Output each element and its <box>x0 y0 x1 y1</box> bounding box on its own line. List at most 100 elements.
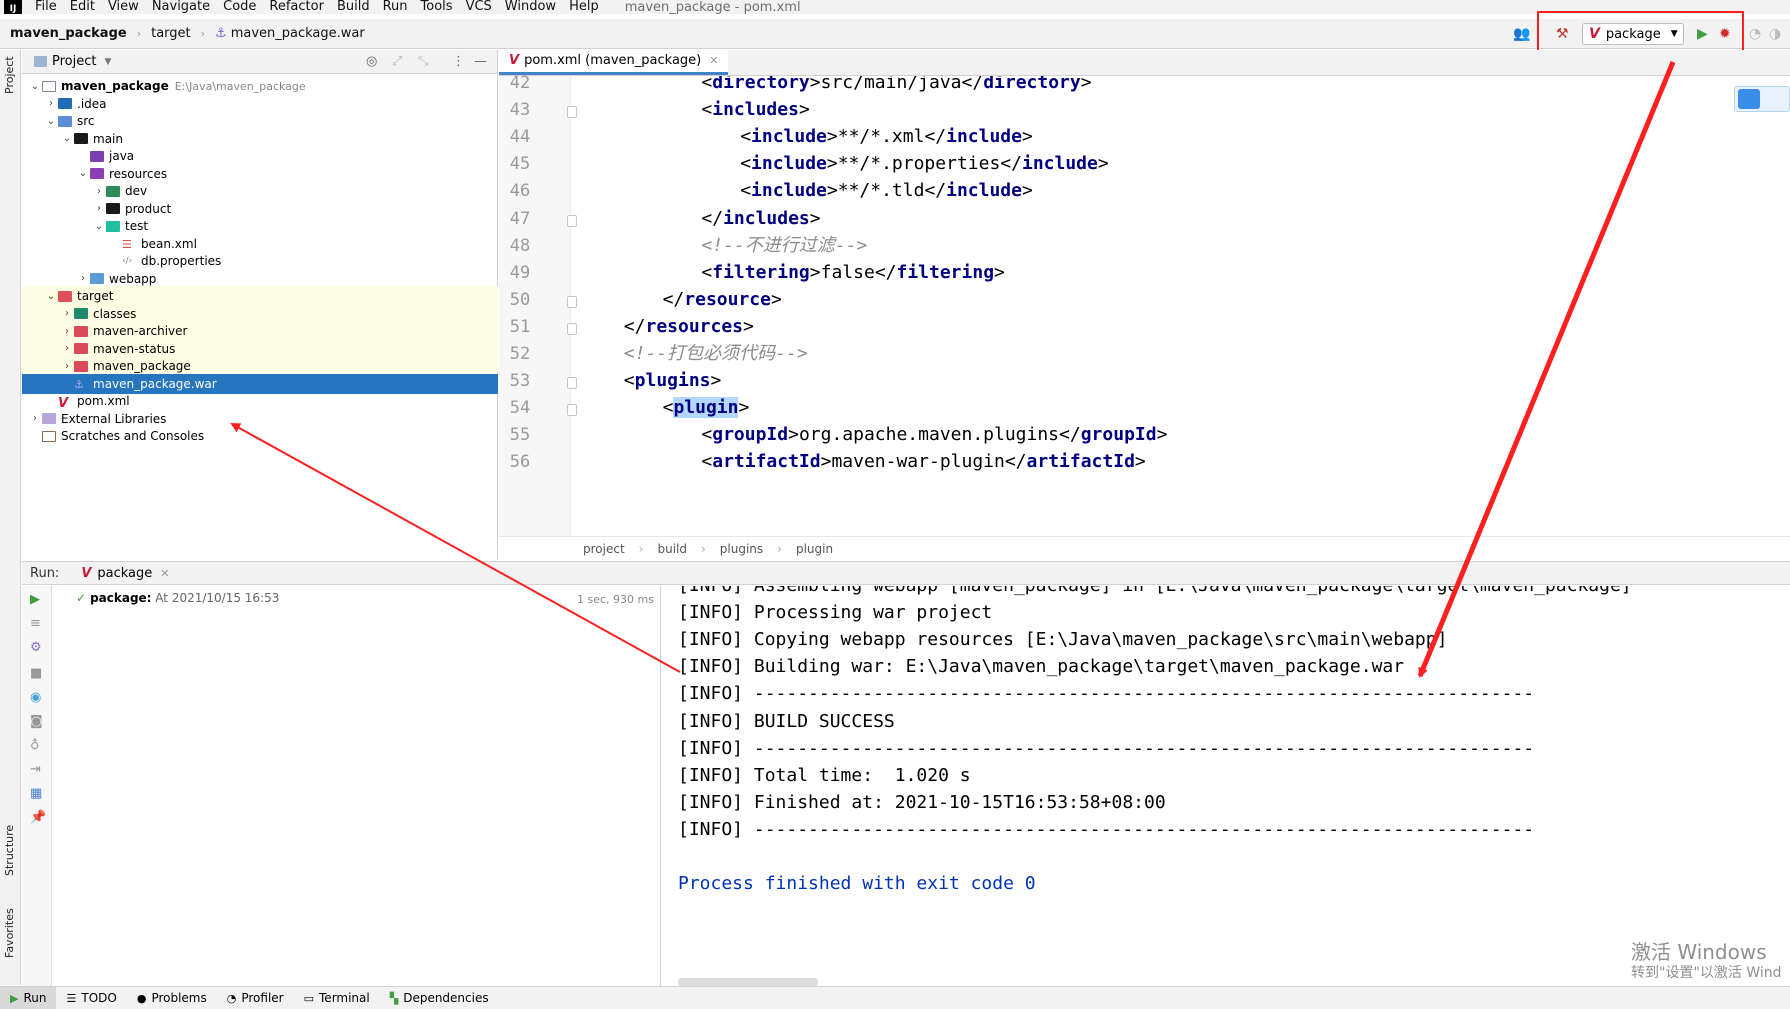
bottom-tab-dependencies[interactable]: ▚ Dependencies <box>380 987 499 1009</box>
pin-icon[interactable]: 📌 <box>30 810 46 825</box>
chevron-right-icon[interactable]: › <box>60 343 74 354</box>
menu-refactor[interactable]: Refactor <box>269 0 324 13</box>
fold-marker-icon[interactable] <box>567 404 577 417</box>
run-tree-item[interactable]: ✓ package: At 2021/10/15 16:53 <box>76 591 279 605</box>
profile-icon[interactable]: ◔ <box>1749 26 1761 42</box>
chevron-right-icon[interactable]: › <box>92 186 106 197</box>
chevron-down-icon[interactable]: ⌄ <box>44 116 58 127</box>
menu-run[interactable]: Run <box>383 0 408 13</box>
stop-icon[interactable]: ■ <box>30 666 42 681</box>
code-line: <!--不进行过滤--> <box>701 234 868 256</box>
chevron-right-icon[interactable]: › <box>44 98 58 109</box>
menu-window[interactable]: Window <box>505 0 556 13</box>
locate-target-icon[interactable]: ◎ <box>366 54 377 69</box>
view-icon[interactable]: ◉ <box>30 690 41 705</box>
tree-item-label: bean.xml <box>141 236 197 251</box>
nav-crumb-war[interactable]: ⚓ maven_package.war <box>205 26 375 41</box>
code-line: <include>**/*.xml</include> <box>740 126 1033 148</box>
folder-icon <box>74 325 88 337</box>
menu-code[interactable]: Code <box>223 0 256 13</box>
export-icon[interactable]: ⇥ <box>30 762 41 777</box>
line-number: 48 <box>509 235 531 256</box>
code-line: <directory>src/main/java</directory> <box>701 76 1092 93</box>
horizontal-scrollbar[interactable] <box>678 978 818 986</box>
console-output[interactable]: [INFO] Assembling webapp [maven_package]… <box>662 586 1790 986</box>
folder-icon <box>58 98 72 109</box>
chevron-down-icon[interactable]: ⌄ <box>44 291 58 302</box>
floating-assistant-widget[interactable] <box>1734 86 1790 112</box>
fold-marker-icon[interactable] <box>567 295 577 308</box>
chevron-down-icon[interactable]: ⌄ <box>76 168 90 179</box>
nav-crumb-target[interactable]: target <box>141 26 201 41</box>
close-icon[interactable]: ✕ <box>160 567 169 580</box>
run-item-time: At 2021/10/15 16:53 <box>155 591 280 605</box>
coverage-icon[interactable]: ◑ <box>1769 26 1781 42</box>
tree-item-label: classes <box>93 306 137 321</box>
debug-icon[interactable]: ✹ <box>1719 26 1731 42</box>
breadcrumb-plugins[interactable]: plugins <box>720 542 763 556</box>
side-tab-project[interactable]: Project <box>3 56 16 94</box>
fold-marker-icon[interactable] <box>567 106 577 119</box>
chevron-right-icon[interactable]: › <box>60 326 74 337</box>
menu-tools[interactable]: Tools <box>421 0 453 13</box>
menu-help[interactable]: Help <box>569 0 599 13</box>
bottom-tab-run-label: Run <box>23 991 47 1005</box>
build-hammer-icon[interactable]: ⚒ <box>1556 26 1569 42</box>
nav-crumb-project[interactable]: maven_package <box>0 26 137 41</box>
chevron-right-icon[interactable]: › <box>76 273 90 284</box>
breadcrumb-project[interactable]: project <box>583 542 625 556</box>
menu-edit[interactable]: Edit <box>70 0 95 13</box>
bottom-tab-problems[interactable]: ● Problems <box>127 987 217 1009</box>
hide-panel-icon[interactable]: — <box>474 54 487 69</box>
bottom-tab-todo[interactable]: ☰ TODO <box>56 987 126 1009</box>
line-number: 56 <box>509 452 531 473</box>
tree-item[interactable]: Scratches and Consoles <box>22 426 498 446</box>
chevron-right-icon[interactable]: › <box>92 203 106 214</box>
side-tab-favorites[interactable]: Favorites <box>3 908 16 958</box>
expand-all-icon[interactable]: ⤢ <box>392 54 402 69</box>
options-menu-icon[interactable]: ⋮ <box>452 54 465 69</box>
run-configuration-select[interactable]: V package ▼ <box>1582 23 1684 45</box>
breadcrumb-plugin[interactable]: plugin <box>796 542 833 556</box>
layout-icon[interactable]: ▦ <box>30 786 42 801</box>
chevron-down-icon[interactable]: ⌄ <box>60 133 74 144</box>
bottom-tab-terminal[interactable]: ▭ Terminal <box>294 987 380 1009</box>
fold-marker-icon[interactable] <box>567 322 577 335</box>
dependencies-icon: ▚ <box>389 991 399 1005</box>
project-panel-title[interactable]: Project <box>52 54 96 69</box>
menu-build[interactable]: Build <box>337 0 370 13</box>
menu-view[interactable]: View <box>108 0 139 13</box>
fold-marker-icon[interactable] <box>567 214 577 227</box>
chevron-right-icon[interactable]: › <box>60 361 74 372</box>
menu-vcs[interactable]: VCS <box>466 0 492 13</box>
activation-watermark-text: 转到"设置"以激活 Wind <box>1631 965 1782 981</box>
collapse-all-icon[interactable]: ⤡ <box>418 54 428 69</box>
menu-navigate[interactable]: Navigate <box>152 0 210 13</box>
editor-breadcrumb: project › build › plugins › plugin <box>499 536 1790 560</box>
users-icon[interactable]: 👥 <box>1513 26 1530 42</box>
run-icon[interactable]: ▶ <box>1697 26 1708 42</box>
chevron-down-icon[interactable]: ▼ <box>104 57 111 67</box>
maven-icon: V <box>58 395 69 411</box>
fold-marker-icon[interactable] <box>567 377 577 390</box>
bottom-tab-run[interactable]: ▶ Run <box>0 986 57 1009</box>
tab-pom-xml[interactable]: V pom.xml (maven_package) ✕ <box>499 49 729 75</box>
breadcrumb-build[interactable]: build <box>657 542 687 556</box>
line-number: 55 <box>509 425 531 446</box>
plugin-icon[interactable]: ♁ <box>30 738 40 753</box>
side-tab-structure[interactable]: Structure <box>3 825 16 876</box>
rerun-icon[interactable]: ▶ <box>30 592 40 607</box>
chevron-right-icon[interactable]: › <box>60 308 74 319</box>
run-tab-package[interactable]: package <box>97 566 152 581</box>
chevron-right-icon[interactable]: › <box>28 413 42 424</box>
code-area[interactable]: <directory>src/main/java</directory> <inc… <box>585 76 1785 536</box>
settings-icon[interactable]: ⚙ <box>30 640 42 655</box>
menu-file[interactable]: File <box>35 0 57 13</box>
bottom-tab-profiler[interactable]: ◔ Profiler <box>217 987 294 1009</box>
chevron-down-icon[interactable]: ⌄ <box>92 221 106 232</box>
chevron-down-icon[interactable]: ⌄ <box>28 81 42 92</box>
camera-icon[interactable]: ◙ <box>30 714 43 729</box>
tree-item-label: main <box>93 131 123 146</box>
toggle-tree-icon[interactable]: ≡ <box>30 616 41 631</box>
close-icon[interactable]: ✕ <box>709 54 718 67</box>
